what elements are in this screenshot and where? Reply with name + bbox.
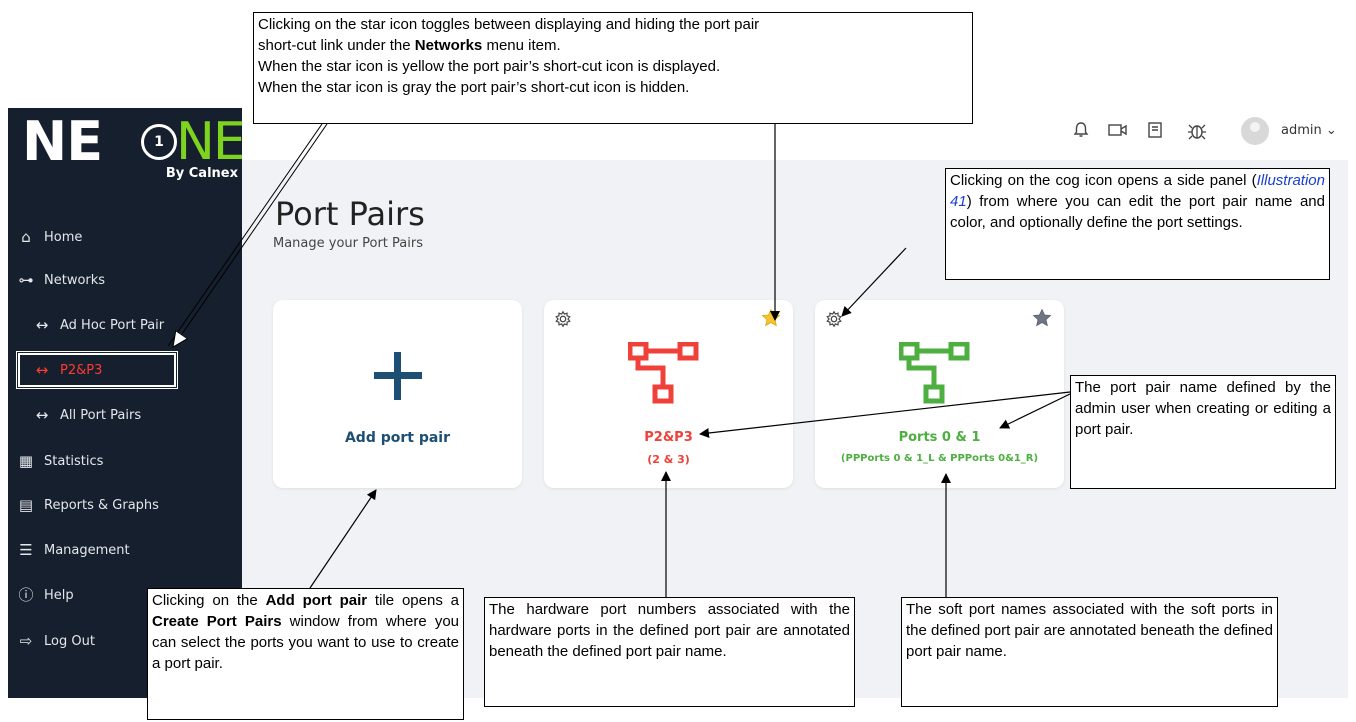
star-icon[interactable] <box>1032 308 1052 328</box>
nav-item-all-port-pairs[interactable]: ↔ All Port Pairs <box>34 400 141 430</box>
nav-item-home[interactable]: ⌂ Home <box>18 222 82 252</box>
callout-port-pair-name: The port pair name defined by the admin … <box>1070 375 1336 489</box>
add-port-pair-tile[interactable]: Add port pair <box>273 300 522 488</box>
callout-add-port-pair: Clicking on the Add port pair tile opens… <box>147 588 464 720</box>
nav-item-networks[interactable]: ⊶ Networks <box>18 265 106 295</box>
nav-item-adhoc-port-pair[interactable]: ↔ Ad Hoc Port Pair <box>34 310 164 340</box>
callout-text: menu item. <box>482 37 561 54</box>
nav-item-p2p3[interactable]: ↔ P2&P3 <box>18 353 176 387</box>
checklist-icon: ☰ <box>19 541 33 559</box>
callout-text: The soft port names associated with the … <box>906 601 1273 660</box>
callout-text: short-cut link under the <box>258 37 415 54</box>
callout-star: Clicking on the star icon toggles betwee… <box>253 12 973 124</box>
report-icon: ▤ <box>18 496 34 514</box>
nav-label: Statistics <box>44 453 104 469</box>
callout-text: ) from where you can edit the port pair … <box>950 193 1325 231</box>
nav-item-reports[interactable]: ▤ Reports & Graphs <box>18 490 159 520</box>
bug-icon[interactable] <box>1186 120 1208 142</box>
nav-label: Management <box>44 542 130 558</box>
callout-bold: Add port pair <box>265 592 368 609</box>
table-icon: ▦ <box>18 452 34 470</box>
nav-label: P2&P3 <box>60 362 103 378</box>
gear-icon[interactable] <box>825 310 843 328</box>
callout-bold: Create Port Pairs <box>152 613 282 630</box>
user-menu[interactable]: admin ⌄ <box>1281 123 1337 138</box>
nav-label: Help <box>44 587 74 603</box>
arrows-horizontal-icon: ↔ <box>35 316 49 334</box>
nav-label: Reports & Graphs <box>44 497 159 513</box>
page-title: Port Pairs <box>275 195 425 233</box>
plus-icon <box>374 352 422 400</box>
neone-logo: NE 1 NE By Calnex <box>18 110 246 210</box>
tile-name: Add port pair <box>344 430 451 446</box>
logo-text: NE <box>22 110 103 173</box>
callout-text: When the star icon is gray the port pair… <box>258 79 690 96</box>
tile-soft-ports: (PPPorts 0 & 1_L & PPPorts 0&1_R) <box>840 453 1039 464</box>
callout-text: The hardware port numbers associated wit… <box>489 601 850 660</box>
logout-icon: ⇨ <box>19 632 33 650</box>
gear-icon[interactable] <box>554 310 572 328</box>
arrows-horizontal-icon: ↔ <box>35 406 49 424</box>
callout-text: When the star icon is yellow the port pa… <box>258 58 721 75</box>
tile-hardware-ports: (2 & 3) <box>647 453 690 466</box>
network-icon <box>899 342 970 404</box>
video-icon[interactable] <box>1107 120 1129 142</box>
nav-item-statistics[interactable]: ▦ Statistics <box>18 446 104 476</box>
callout-soft-ports: The soft port names associated with the … <box>901 597 1278 707</box>
logo-circle: 1 <box>141 124 177 160</box>
logo-text-green: NE <box>176 112 246 172</box>
callout-cog: Clicking on the cog icon opens a side pa… <box>945 168 1330 280</box>
nav-label: All Port Pairs <box>60 407 142 423</box>
nav-item-help[interactable]: ⓘ Help <box>18 580 74 610</box>
port-pair-tile-ports-0-1[interactable]: Ports 0 & 1 (PPPorts 0 & 1_L & PPPorts 0… <box>815 300 1064 488</box>
nav-label: Log Out <box>44 633 95 649</box>
port-pair-tile-p2p3[interactable]: P2&P3 (2 & 3) <box>544 300 793 488</box>
callout-text: Clicking on the <box>152 592 266 609</box>
avatar[interactable] <box>1241 117 1269 145</box>
callout-text: Clicking on the cog icon opens a side pa… <box>950 172 1257 189</box>
bell-icon[interactable] <box>1070 120 1092 142</box>
home-icon: ⌂ <box>21 228 31 246</box>
book-icon[interactable] <box>1144 120 1166 142</box>
nav-item-logout[interactable]: ⇨ Log Out <box>18 626 95 656</box>
page-subtitle: Manage your Port Pairs <box>273 236 423 251</box>
tile-name: Ports 0 & 1 <box>898 430 981 445</box>
network-icon: ⊶ <box>18 271 34 289</box>
arrows-horizontal-icon: ↔ <box>35 361 49 379</box>
callout-text: tile opens a <box>367 592 459 609</box>
tile-name: P2&P3 <box>644 430 693 445</box>
logo-tagline: By Calnex <box>165 166 238 181</box>
callout-bold: Networks <box>414 37 483 54</box>
callout-hardware-ports: The hardware port numbers associated wit… <box>484 597 855 707</box>
network-icon <box>628 342 699 404</box>
nav-label: Ad Hoc Port Pair <box>60 317 165 333</box>
info-icon: ⓘ <box>18 586 34 604</box>
nav-label: Networks <box>44 272 106 288</box>
callout-text: The port pair name defined by the admin … <box>1075 379 1331 438</box>
nav-item-management[interactable]: ☰ Management <box>18 535 130 565</box>
callout-text: Clicking on the star icon toggles betwee… <box>258 16 760 33</box>
nav-label: Home <box>44 229 83 245</box>
star-icon[interactable] <box>761 308 781 328</box>
